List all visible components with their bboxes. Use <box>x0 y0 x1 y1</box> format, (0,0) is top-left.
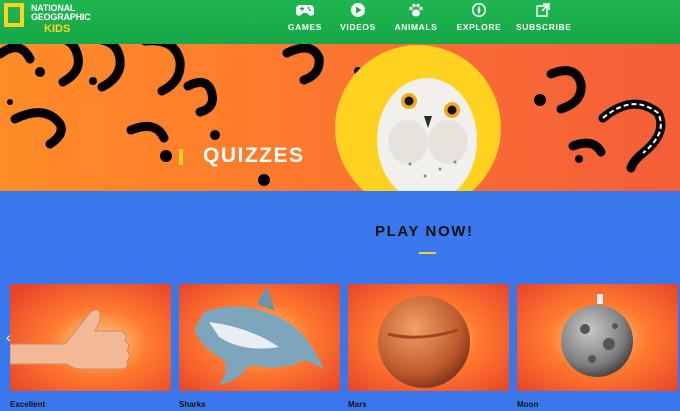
top-nav: NATIONAL GEOGRAPHIC KIDS GAMES VIDEOS AN… <box>0 0 680 44</box>
external-link-icon <box>536 3 550 17</box>
play-icon <box>351 3 365 17</box>
nav-animals[interactable]: ANIMALS <box>393 0 439 44</box>
nav-videos[interactable]: VIDEOS <box>338 0 378 44</box>
nav-subscribe-label: SUBSCRIBE <box>516 22 572 32</box>
nav-videos-label: VIDEOS <box>340 22 376 32</box>
card-label-excellent[interactable]: Excellent <box>10 400 45 409</box>
nav-subscribe[interactable]: SUBSCRIBE <box>516 0 572 44</box>
moon-image <box>517 284 678 391</box>
quiz-card-sharks[interactable] <box>179 284 340 391</box>
nav-animals-label: ANIMALS <box>394 22 438 32</box>
hero-banner: QUIZZES <box>0 44 680 191</box>
compass-icon <box>471 2 487 18</box>
nav-explore[interactable]: EXPLORE <box>456 0 502 44</box>
logo-line-2: GEOGRAPHIC <box>31 12 91 22</box>
nav-games-label: GAMES <box>287 22 323 32</box>
quiz-card-excellent[interactable] <box>10 284 171 391</box>
heading-underline <box>419 252 436 254</box>
yellow-border-icon <box>4 3 24 27</box>
shark-image <box>179 284 340 391</box>
play-now-heading: PLAY NOW! <box>375 223 474 240</box>
paw-icon <box>409 3 423 17</box>
nav-explore-label: EXPLORE <box>456 22 502 32</box>
card-label-moon[interactable]: Moon <box>517 400 538 409</box>
planet-mars-image <box>348 284 509 391</box>
carousel-prev-button[interactable]: ‹ <box>6 329 18 345</box>
gamepad-icon <box>296 5 314 16</box>
question-marks-illustration <box>0 44 666 191</box>
nav-games[interactable]: GAMES <box>287 0 323 44</box>
page-title: QUIZZES <box>203 144 305 167</box>
natgeo-kids-logo[interactable]: NATIONAL GEOGRAPHIC KIDS <box>4 3 92 39</box>
thumbs-up-image <box>10 284 171 391</box>
card-label-sharks[interactable]: Sharks <box>179 400 206 409</box>
title-accent-bar <box>179 149 183 165</box>
card-label-mars[interactable]: Mars <box>348 400 367 409</box>
quiz-card-mars[interactable] <box>348 284 509 391</box>
quiz-card-moon[interactable] <box>517 284 678 391</box>
logo-kids-text: KIDS <box>44 23 71 35</box>
